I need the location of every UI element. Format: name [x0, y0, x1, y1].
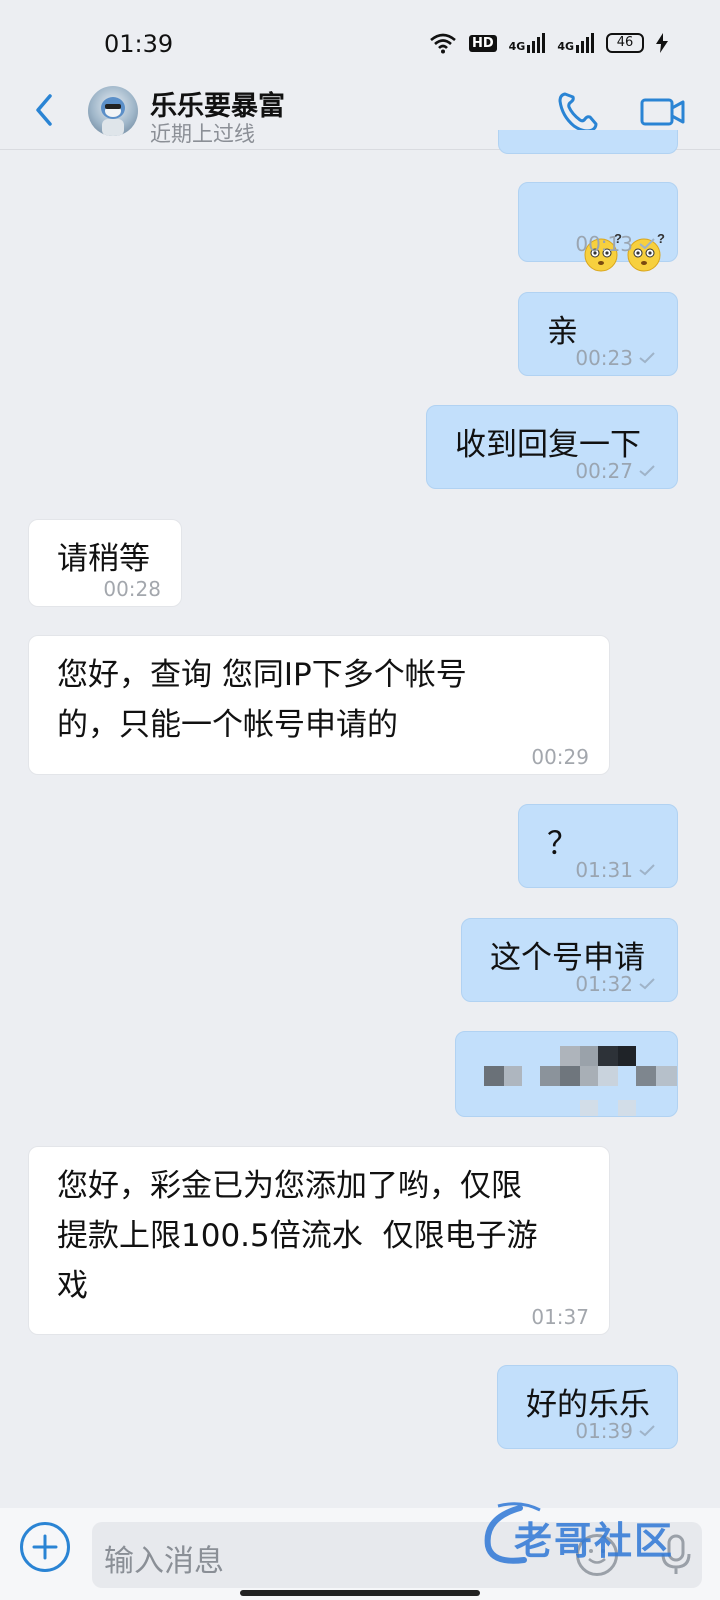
message-time: 00:13 — [575, 231, 655, 257]
add-attachment-button[interactable] — [20, 1522, 70, 1572]
message-text: 您好，彩金已为您添加了哟，仅限 提款上限100.5倍流水 仅限电子游 戏 — [57, 1168, 538, 1304]
read-check-icon — [639, 238, 655, 250]
message-bubble[interactable]: 请稍等 00:28 — [28, 519, 182, 607]
contact-avatar[interactable] — [88, 86, 138, 136]
read-check-icon — [639, 978, 655, 990]
read-check-icon — [639, 864, 655, 876]
message-time: 01:39 — [575, 1418, 655, 1444]
message-time: 01:31 — [575, 857, 655, 883]
read-check-icon — [639, 352, 655, 364]
message-time: 00:27 — [575, 458, 655, 484]
charging-icon — [656, 33, 668, 53]
network-type-2: 4G — [557, 40, 574, 53]
message-bubble[interactable]: 这个号申请 01:32 — [461, 918, 678, 1002]
signal-icon-2: 4G — [557, 33, 594, 53]
avatar-figure-icon — [101, 97, 125, 136]
message-bubble[interactable]: ? ? 00:13 — [518, 182, 678, 272]
message-time: 01:37 — [531, 1305, 589, 1329]
message-bubble-blurred[interactable] — [455, 1031, 678, 1117]
message-bubble[interactable]: 您好，彩金已为您添加了哟，仅限 提款上限100.5倍流水 仅限电子游 戏 01:… — [28, 1146, 610, 1335]
message-text: 您好，查询 您同IP下多个帐号 的，只能一个帐号申请的 — [57, 657, 467, 743]
message-bubble-partial — [498, 130, 678, 154]
watermark-text: 老哥社区 — [514, 1518, 675, 1563]
status-time: 01:39 — [104, 30, 174, 58]
phone-call-icon[interactable] — [556, 90, 600, 134]
network-type-1: 4G — [508, 40, 526, 53]
pixelated-content — [484, 1046, 677, 1116]
message-time: 00:28 — [103, 577, 161, 601]
watermark-logo: 老哥社区 — [480, 1502, 710, 1572]
message-time: 01:32 — [575, 971, 655, 997]
home-indicator — [240, 1590, 480, 1596]
plus-icon — [32, 1534, 58, 1560]
message-text: ？ — [547, 826, 578, 862]
battery-icon: 46 — [606, 33, 644, 53]
wifi-icon — [430, 33, 456, 54]
message-bubble[interactable]: 您好，查询 您同IP下多个帐号 的，只能一个帐号申请的 00:29 — [28, 635, 610, 775]
status-icons: HD 4G 4G 46 — [429, 32, 668, 54]
signal-icon-1: 4G — [509, 33, 546, 53]
message-time: 00:23 — [575, 345, 655, 371]
read-check-icon — [639, 1425, 655, 1437]
status-bar: 01:39 HD 4G 4G 46 — [0, 0, 720, 80]
video-call-icon[interactable] — [640, 94, 686, 130]
message-bubble[interactable]: 亲 00:23 — [518, 292, 678, 376]
svg-text:?: ? — [657, 231, 665, 246]
message-bubble[interactable]: ？ 01:31 — [518, 804, 678, 888]
message-bubble[interactable]: 好的乐乐 01:39 — [497, 1365, 678, 1449]
contact-status: 近期上过线 — [150, 122, 255, 146]
message-time: 00:29 — [531, 745, 589, 769]
message-input-placeholder: 输入消息 — [104, 1544, 224, 1579]
read-check-icon — [639, 465, 655, 477]
message-bubble[interactable]: 收到回复一下 00:27 — [426, 405, 678, 489]
back-arrow-icon[interactable] — [30, 90, 60, 130]
hd-icon: HD — [468, 34, 497, 52]
message-text: 亲 — [547, 314, 578, 350]
